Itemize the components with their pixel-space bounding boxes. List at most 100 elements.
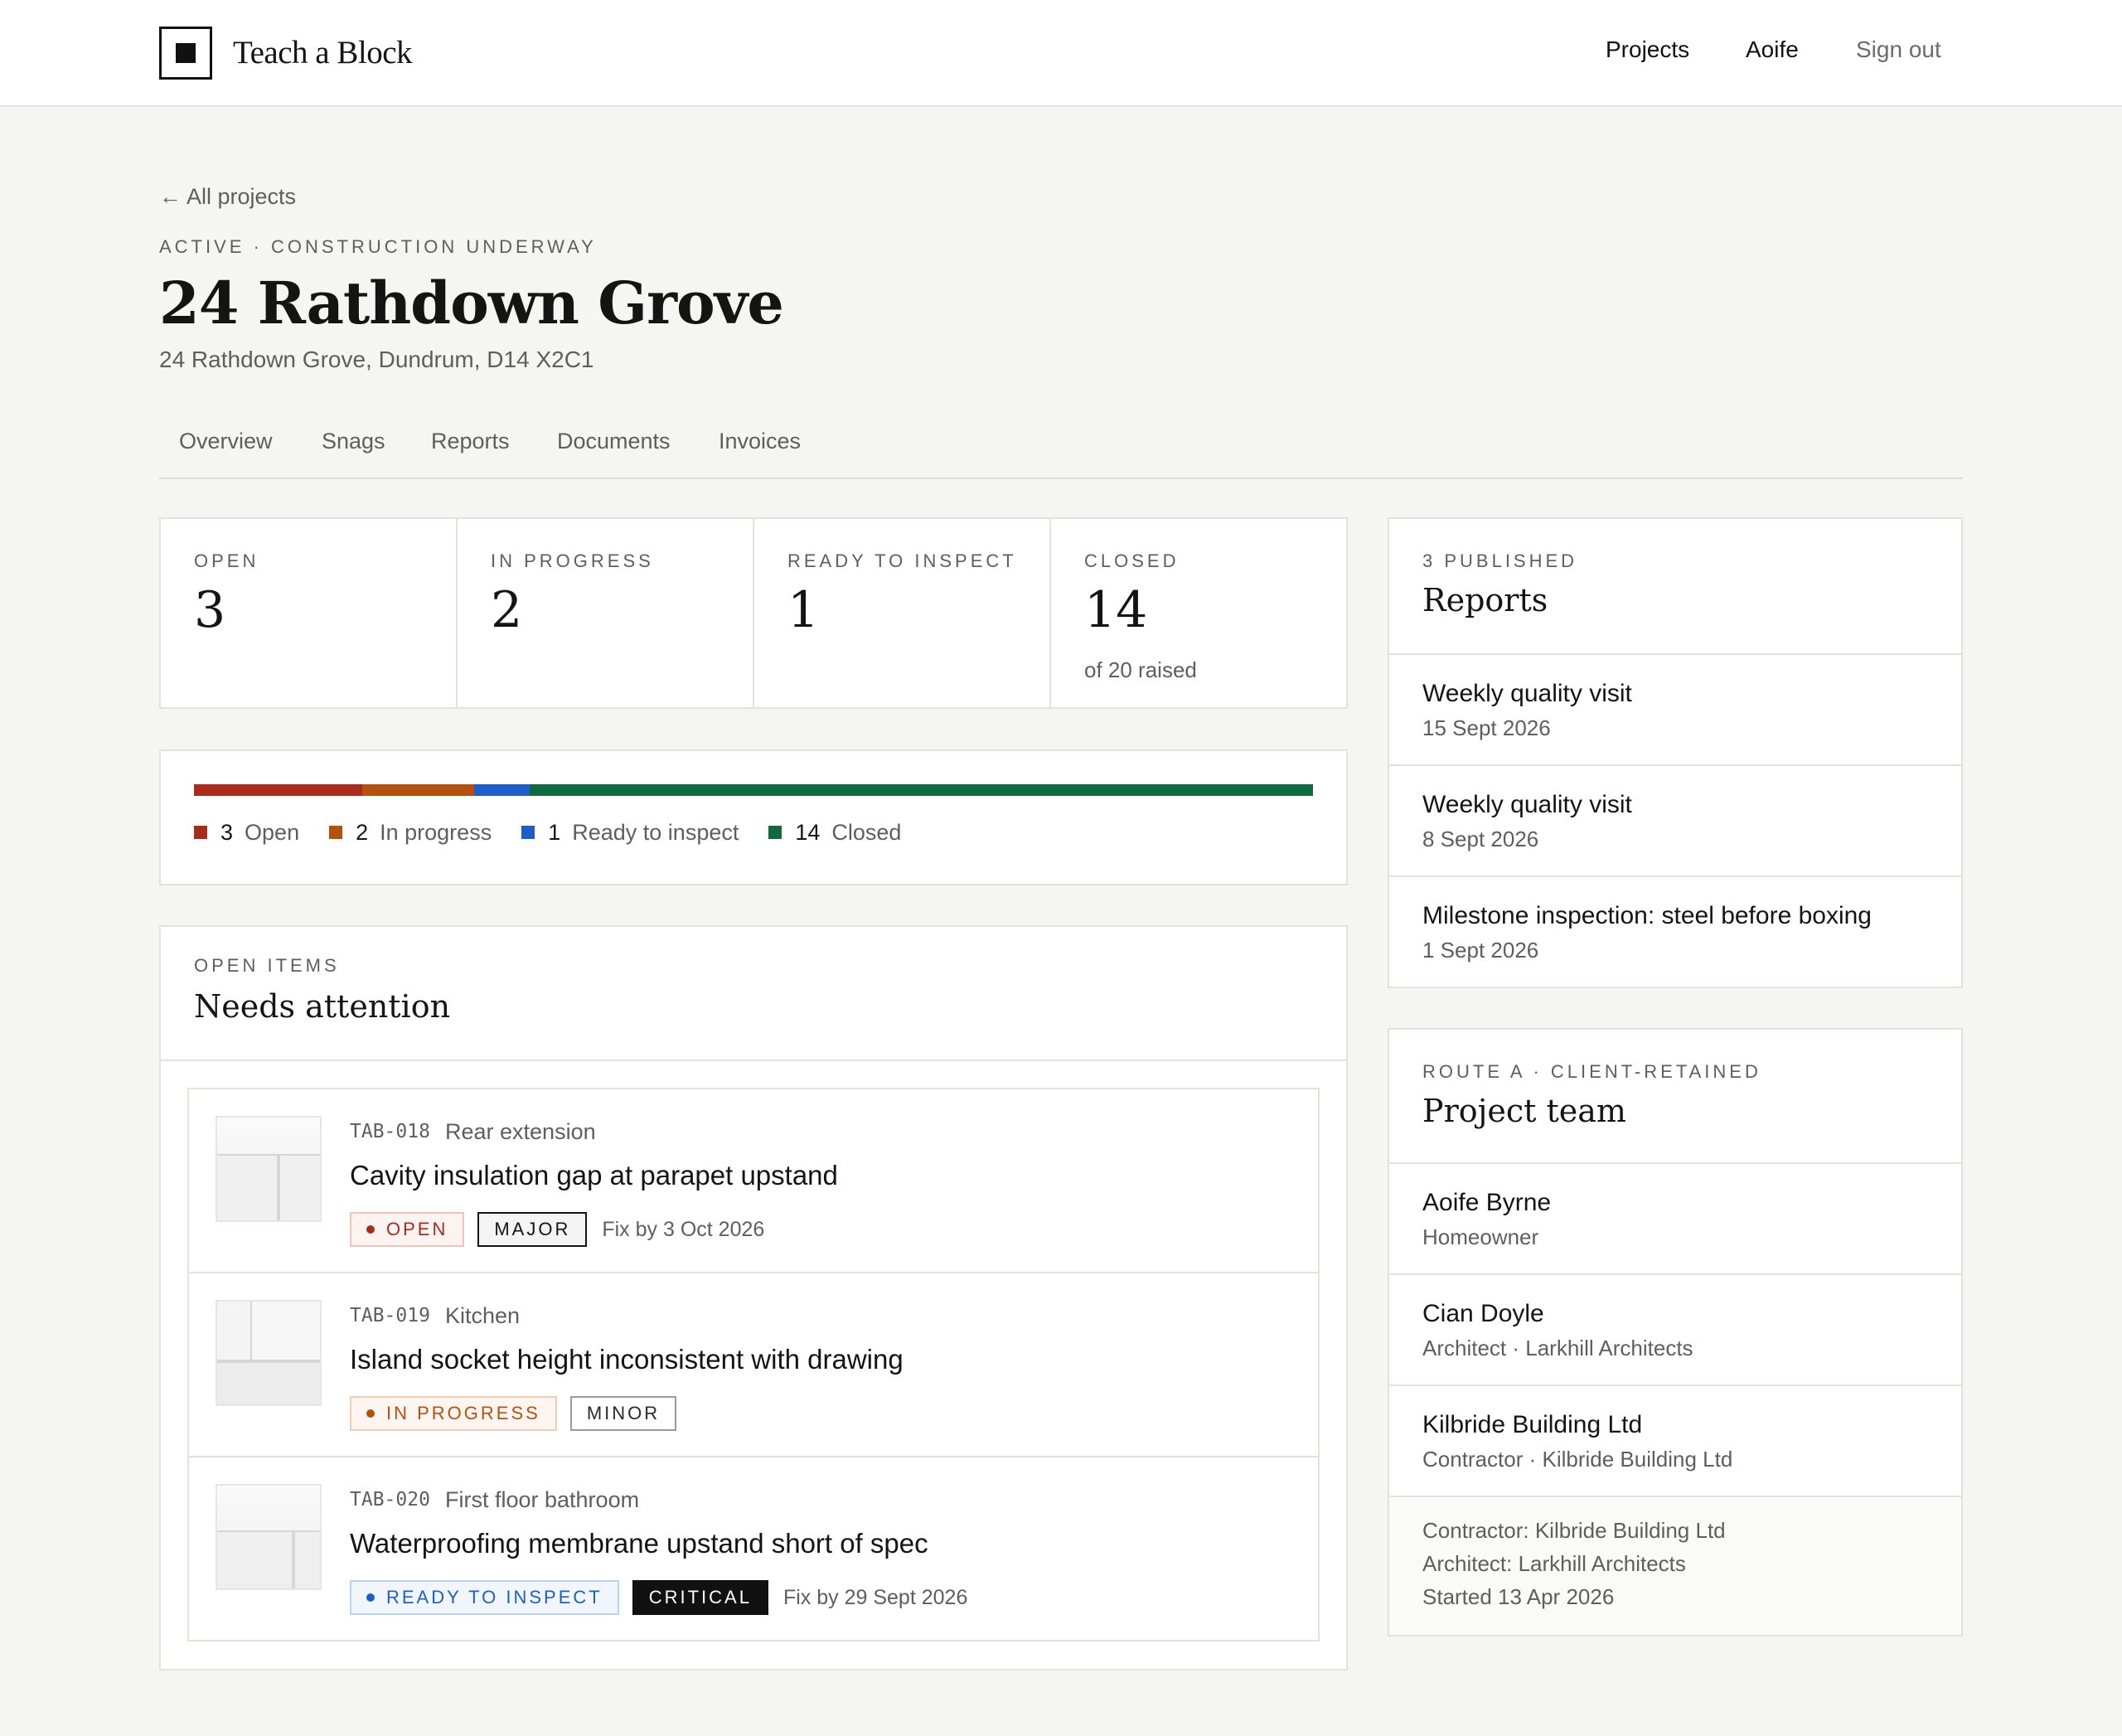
report-item[interactable]: Milestone inspection: steel before boxin… [1389,875,1961,987]
legend-label: In progress [380,820,492,845]
status-badge: Open [350,1212,465,1247]
progress-segment [361,784,474,796]
member-role: Architect · Larkhill Architects [1422,1336,1693,1360]
snag-title: Island socket height inconsistent with d… [350,1344,904,1375]
member-role: Contractor · Kilbride Building Ltd [1422,1447,1733,1472]
legend-label: Ready to inspect [572,820,739,845]
status-dot-icon [366,1409,375,1418]
snag-row[interactable]: TAB-018 Rear extension Cavity insulation… [189,1089,1318,1273]
snag-row[interactable]: TAB-020 First floor bathroom Waterproofi… [189,1457,1318,1641]
progress-segment [530,784,1313,796]
snag-badges: Ready to inspect Critical Fix by 29 Sept… [350,1580,967,1615]
snag-location: Kitchen [445,1303,521,1328]
brand-name[interactable]: Teach a Block [233,30,413,76]
snag-thumbnail-image [216,1484,322,1590]
report-item[interactable]: Weekly quality visit 8 Sept 2026 [1389,764,1961,875]
status-badge: Ready to inspect [350,1580,619,1615]
report-date: 8 Sept 2026 [1422,827,1539,851]
report-date: 15 Sept 2026 [1422,715,1551,740]
legend-count: 3 [220,820,234,845]
member-name: Kilbride Building Ltd [1422,1411,1643,1438]
legend-item: 14 Closed [768,817,901,847]
snag-reference: TAB-018 [350,1121,430,1142]
stat-label: Open [194,550,259,571]
snag-title: Cavity insulation gap at parapet upstand [350,1160,838,1190]
snag-progress-card: 3 Open 2 In progress 1 Ready to inspect 14 Clos… [159,749,1348,885]
report-item[interactable]: Weekly quality visit 15 Sept 2026 [1389,653,1961,764]
project-team-card: Route A · Client-retained Project team A… [1388,1028,1963,1637]
snag-stats-card: Open 3 In progress 2 Ready to inspect 1 … [159,517,1348,709]
stat-closed: Closed 14 of 20 raised [1051,519,1346,707]
tab-documents[interactable]: Documents [557,426,671,456]
top-navigation-bar: Teach a Block Projects Aoife Sign out [0,0,2122,107]
status-badge-label: Open [386,1219,448,1239]
needs-attention-card: Open items Needs attention TAB-018 Rear … [159,925,1348,1671]
legend-swatch-icon [768,826,782,839]
stat-value: 1 [787,581,820,639]
legend-label: Closed [831,820,902,845]
team-summary: Contractor: Kilbride Building Ltd Archit… [1389,1496,1961,1635]
legend-count: 1 [548,820,561,845]
stat-value: 2 [491,581,523,639]
section-title: Reports [1422,582,1548,618]
stat-value: 14 [1084,581,1148,639]
fix-by-date: Fix by 29 Sept 2026 [782,1585,968,1609]
legend-item: 2 In progress [329,817,492,847]
report-title: Milestone inspection: steel before boxin… [1422,902,1872,929]
project-tabs: Overview Snags Reports Documents Invoice… [159,415,1963,479]
tab-overview[interactable]: Overview [179,426,273,456]
tab-invoices[interactable]: Invoices [719,426,801,456]
member-name: Aoife Byrne [1422,1189,1552,1216]
snag-progress-bar [194,784,1313,796]
reports-card: 3 published Reports Weekly quality visit… [1388,517,1963,988]
snag-badges: In progress Minor [350,1396,677,1431]
member-name: Cian Doyle [1422,1300,1544,1327]
sign-out-link[interactable]: Sign out [1856,33,1941,66]
stat-value: 3 [194,581,226,639]
stat-label: In progress [491,550,654,571]
progress-segment [473,784,530,796]
back-to-projects-link[interactable]: ← All projects [159,182,296,211]
member-role: Homeowner [1422,1224,1539,1249]
stat-label: Closed [1084,550,1180,571]
page-title: 24 Rathdown Grove [159,269,784,337]
legend-count: 2 [356,820,369,845]
snag-badges: Open Major Fix by 3 Oct 2026 [350,1212,764,1247]
fix-by-date: Fix by 3 Oct 2026 [602,1217,765,1241]
stat-ready-to-inspect: Ready to inspect 1 [754,519,1051,707]
section-kicker: Open items [194,955,340,976]
status-badge: In progress [350,1396,557,1431]
summary-architect: Architect: Larkhill Architects [1422,1551,1686,1576]
report-date: 1 Sept 2026 [1422,938,1539,963]
snag-reference: TAB-020 [350,1489,430,1511]
legend-count: 14 [795,820,821,845]
brand-logo-icon[interactable] [159,27,212,80]
status-badge-label: Ready to inspect [386,1587,603,1607]
legend-swatch-icon [329,826,343,839]
status-dot-icon [366,1225,375,1234]
team-member: Cian Doyle Architect · Larkhill Architec… [1389,1273,1961,1384]
nav-user-link[interactable]: Aoife [1746,33,1799,66]
snag-row[interactable]: TAB-019 Kitchen Island socket height inc… [189,1273,1318,1457]
snag-title: Waterproofing membrane upstand short of … [350,1528,928,1559]
section-title: Project team [1422,1093,1626,1129]
report-title: Weekly quality visit [1422,791,1632,818]
summary-start-date: Started 13 Apr 2026 [1422,1584,1615,1609]
tab-snags[interactable]: Snags [322,426,385,456]
stat-subtext: of 20 raised [1084,657,1197,682]
tab-reports[interactable]: Reports [431,426,510,456]
team-member: Kilbride Building Ltd Contractor · Kilbr… [1389,1384,1961,1496]
severity-badge: Minor [569,1396,677,1431]
stat-in-progress: In progress 2 [458,519,754,707]
legend-swatch-icon [521,826,535,839]
legend-swatch-icon [194,826,207,839]
nav-projects-link[interactable]: Projects [1606,33,1689,66]
section-kicker: Route A · Client-retained [1422,1061,1761,1082]
snag-thumbnail-image [216,1300,322,1406]
project-status: Active · Construction underway [159,236,597,257]
progress-segment [194,784,362,796]
legend-item: 1 Ready to inspect [521,817,739,847]
stat-open: Open 3 [161,519,458,707]
legend-label: Open [245,820,300,845]
snag-list: TAB-018 Rear extension Cavity insulation… [187,1088,1320,1641]
